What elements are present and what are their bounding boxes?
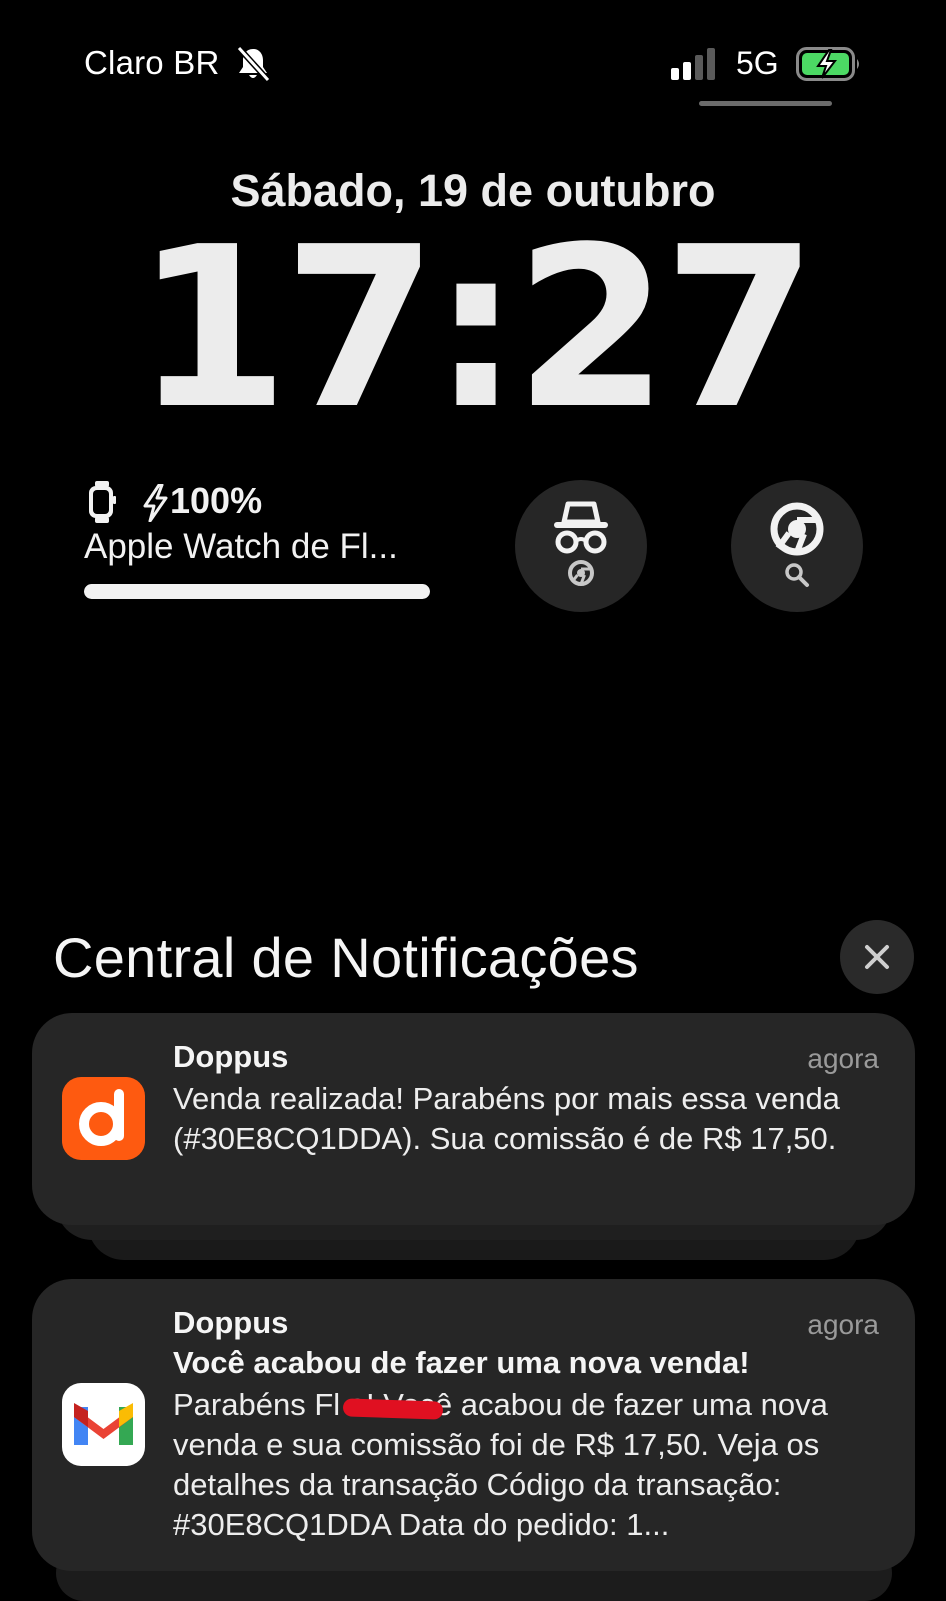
notification-app-name: Doppus	[173, 1039, 289, 1074]
redaction-mark	[342, 1398, 444, 1420]
watch-battery-fill	[84, 584, 430, 599]
notification-card[interactable]: Doppus agora Venda realizada! Parabéns p…	[32, 1013, 915, 1225]
notification-body: Parabéns Fl o! Você acabou de fazer uma …	[173, 1387, 828, 1542]
doppus-icon	[62, 1077, 145, 1160]
notification-time: agora	[807, 1309, 879, 1340]
notification-card[interactable]: Doppus agora Você acabou de fazer uma no…	[32, 1279, 915, 1571]
gmail-icon	[62, 1383, 145, 1466]
watch-device-name: Apple Watch de Fl...	[84, 527, 398, 566]
cellular-signal-icon	[671, 48, 715, 80]
apple-watch-icon	[89, 481, 116, 523]
chrome-icon	[568, 560, 594, 586]
notification-subtitle: Você acabou de fazer uma nova venda!	[173, 1345, 750, 1380]
bell-slash-icon	[236, 46, 270, 82]
chrome-icon	[770, 502, 824, 556]
search-icon	[785, 563, 809, 587]
bolt-icon	[143, 484, 168, 522]
close-icon	[865, 945, 889, 969]
network-type: 5G	[736, 45, 779, 81]
incognito-icon	[554, 501, 608, 554]
notification-app-name: Doppus	[173, 1305, 289, 1340]
chrome-search-widget[interactable]	[731, 480, 863, 612]
notification-time: agora	[807, 1043, 879, 1074]
watch-battery-percent: 100%	[170, 480, 263, 521]
close-notifications-button[interactable]	[840, 920, 914, 994]
notification-center-title: Central de Notificações	[53, 926, 639, 989]
notification-body: Venda realizada! Parabéns por mais essa …	[173, 1081, 840, 1156]
battery-charging-icon	[796, 47, 859, 81]
lock-time: 17:27	[134, 200, 818, 458]
top-handle[interactable]	[699, 101, 832, 106]
watch-battery-bar	[84, 584, 430, 599]
carrier-name: Claro BR	[84, 44, 220, 81]
incognito-widget[interactable]	[515, 480, 647, 612]
